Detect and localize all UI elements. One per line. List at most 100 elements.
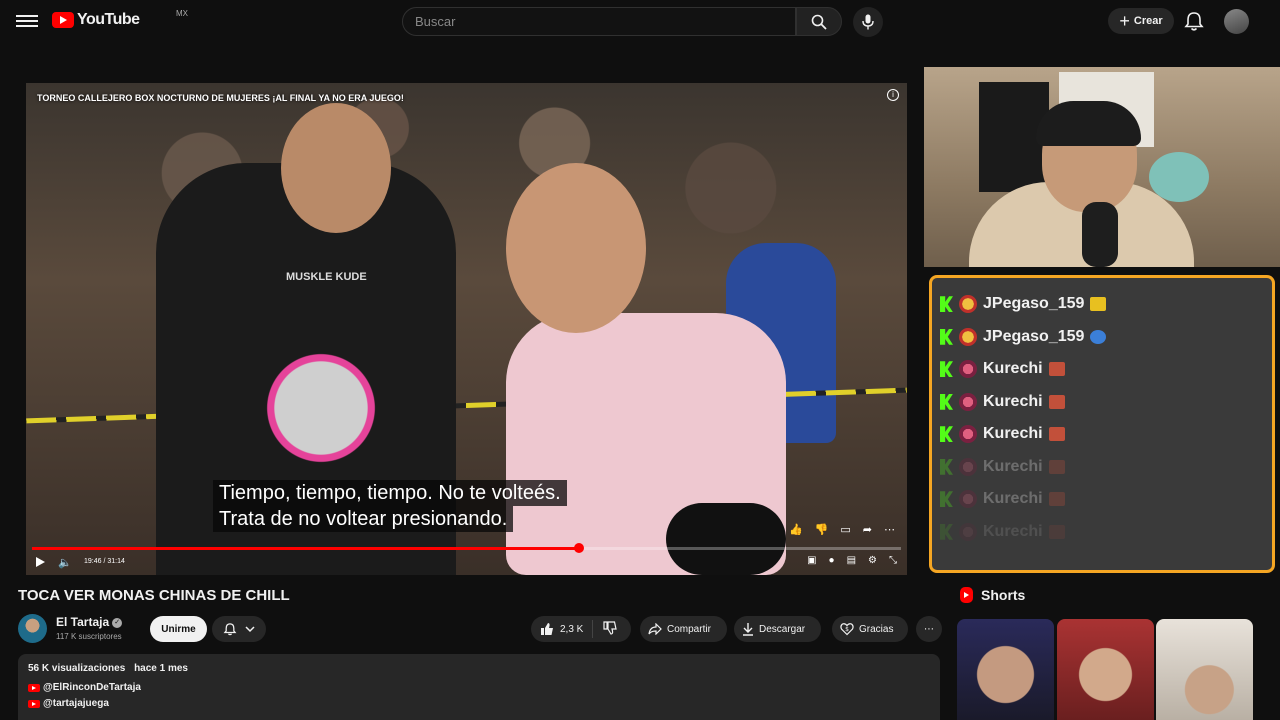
- chat-overlay: JPegaso_159 JPegaso_159 Kurechi Kurechi …: [929, 275, 1275, 573]
- dislike-button[interactable]: [593, 620, 617, 638]
- voice-search-button[interactable]: [853, 7, 883, 37]
- user-badge-icon: [959, 392, 977, 411]
- account-avatar[interactable]: [1224, 9, 1249, 34]
- cam-microphone: [1082, 202, 1118, 267]
- progress-bar[interactable]: [32, 543, 901, 553]
- video-man-head: [281, 103, 391, 233]
- thumbs-down-icon[interactable]: 👎: [815, 523, 829, 536]
- short-thumbnail[interactable]: [957, 619, 1054, 720]
- subtitle-line-2: Trata de no voltear presionando.: [213, 506, 514, 532]
- captions-icon[interactable]: ▣: [807, 555, 816, 566]
- youtube-logo[interactable]: YouTube MX: [52, 9, 188, 29]
- microphone-icon: [862, 14, 874, 30]
- info-icon[interactable]: i: [887, 89, 899, 101]
- menu-icon[interactable]: [16, 12, 38, 30]
- short-thumbnail[interactable]: [1057, 619, 1154, 720]
- shorts-title: Shorts: [981, 587, 1026, 603]
- user-badge-icon: [959, 490, 977, 509]
- share-icon[interactable]: ➦: [863, 523, 872, 536]
- subtitles-icon[interactable]: ▤: [847, 555, 856, 566]
- user-badge-icon: [959, 457, 977, 476]
- thanks-button[interactable]: $ Gracias: [832, 616, 908, 642]
- progress-fill: [32, 547, 580, 550]
- channel-link-1[interactable]: @ElRinconDeTartaja: [43, 682, 141, 693]
- search-input[interactable]: Buscar: [402, 7, 796, 36]
- chat-message: Kurechi: [940, 386, 1264, 419]
- description-link[interactable]: @ElRinconDeTartaja: [28, 682, 930, 693]
- join-button[interactable]: Unirme: [150, 616, 207, 642]
- like-dislike-group: 2,3 K: [531, 616, 631, 642]
- subscriber-count: 117 K suscriptores: [56, 632, 122, 641]
- kick-icon: [940, 393, 953, 410]
- thanks-label: Gracias: [859, 623, 894, 635]
- description-box[interactable]: 56 K visualizaciones hace 1 mes @ElRinco…: [18, 654, 940, 720]
- search-button[interactable]: [796, 7, 842, 36]
- chat-message: Kurechi: [940, 353, 1264, 386]
- create-button[interactable]: + Crear: [1108, 8, 1174, 34]
- chat-message: Kurechi: [940, 418, 1264, 451]
- channel-name[interactable]: El Tartaja: [56, 615, 109, 629]
- youtube-play-icon: [52, 12, 74, 28]
- bell-icon: [223, 623, 237, 636]
- more-actions-button[interactable]: ⋯: [916, 616, 942, 642]
- shorts-icon: [960, 587, 973, 603]
- share-label: Compartir: [667, 623, 711, 635]
- search-icon: [811, 14, 827, 30]
- emote-icon: [1048, 394, 1065, 409]
- plus-icon: +: [1119, 10, 1130, 31]
- notification-bell-button[interactable]: [212, 616, 266, 642]
- thumbs-down-icon: [603, 620, 617, 635]
- autoplay-icon[interactable]: ●: [829, 555, 835, 566]
- emote-icon: [1048, 362, 1065, 377]
- video-quick-actions: 👍 👎 ▭ ➦ ⋯: [789, 523, 895, 536]
- kick-icon: [940, 426, 953, 443]
- channel-avatar[interactable]: [18, 614, 47, 643]
- youtube-icon: [28, 699, 40, 708]
- like-count: 2,3 K: [560, 623, 584, 635]
- cam-person-hair: [1036, 101, 1141, 146]
- chat-username: JPegaso_159: [983, 295, 1085, 313]
- subtitles: Tiempo, tiempo, tiempo. No te volteés. T…: [213, 480, 567, 532]
- volume-icon[interactable]: 🔈: [58, 556, 72, 569]
- description-link[interactable]: @tartajajuega: [28, 698, 930, 709]
- fullscreen-icon[interactable]: ⤡: [889, 555, 897, 566]
- kick-icon: [940, 458, 953, 475]
- channel-link-2[interactable]: @tartajajuega: [43, 698, 109, 709]
- chat-username: Kurechi: [983, 490, 1043, 508]
- channel-name-row[interactable]: El Tartaja ✓: [56, 615, 123, 629]
- chat-username: Kurechi: [983, 360, 1043, 378]
- thumbs-up-icon: [541, 623, 553, 635]
- video-overlay-title: TORNEO CALLEJERO BOX NOCTURNO DE MUJERES…: [37, 93, 404, 103]
- chat-message: Kurechi: [940, 451, 1264, 484]
- verified-icon: ✓: [112, 617, 123, 628]
- kick-icon: [940, 296, 953, 313]
- play-icon[interactable]: [36, 557, 45, 567]
- logo-country: MX: [176, 9, 188, 18]
- notifications-button[interactable]: [1183, 10, 1205, 32]
- chat-username: JPegaso_159: [983, 327, 1085, 345]
- view-count: 56 K visualizaciones: [28, 663, 126, 674]
- logo-text: YouTube: [77, 11, 140, 28]
- emote-icon: [1048, 524, 1065, 539]
- short-thumbnail[interactable]: [1156, 619, 1253, 720]
- video-woman-head: [506, 163, 646, 333]
- emote-icon: [1090, 297, 1107, 312]
- like-button[interactable]: 2,3 K: [531, 620, 593, 638]
- settings-icon[interactable]: ⚙: [868, 555, 877, 566]
- chat-message: Kurechi: [940, 483, 1264, 516]
- comment-icon[interactable]: ▭: [840, 523, 850, 536]
- thumbs-up-icon[interactable]: 👍: [789, 523, 803, 536]
- user-badge-icon: [959, 295, 977, 314]
- emote-icon: [1048, 492, 1065, 507]
- chat-username: Kurechi: [983, 522, 1043, 540]
- shirt-text: MUSKLE KUDE: [286, 271, 367, 283]
- video-title: TOCA VER MONAS CHINAS DE CHILL: [18, 587, 290, 604]
- share-button[interactable]: Compartir: [640, 616, 727, 642]
- user-badge-icon: [959, 522, 977, 541]
- download-button[interactable]: Descargar: [734, 616, 821, 642]
- chat-username: Kurechi: [983, 392, 1043, 410]
- more-icon[interactable]: ⋯: [884, 523, 895, 536]
- video-player[interactable]: MUSKLE KUDE TORNEO CALLEJERO BOX NOCTURN…: [26, 83, 907, 575]
- user-badge-icon: [959, 425, 977, 444]
- streamer-webcam: [924, 67, 1280, 267]
